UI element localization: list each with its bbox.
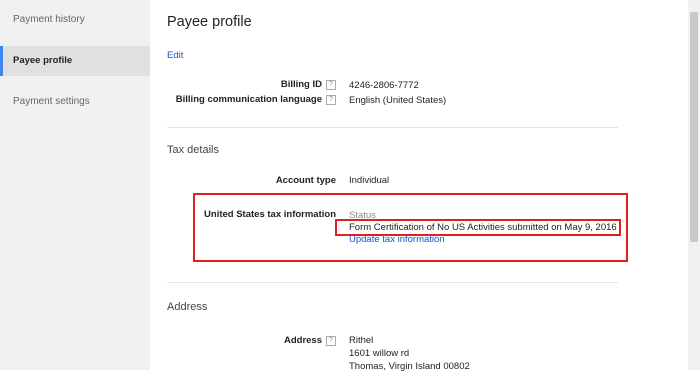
edit-link[interactable]: Edit	[167, 50, 183, 61]
billing-id-label-text: Billing ID	[280, 79, 322, 90]
sidebar-item-label: Payment settings	[13, 96, 90, 107]
language-label: Billing communication language ?	[176, 94, 336, 105]
address-heading: Address	[167, 301, 208, 313]
language-label-text: Billing communication language	[175, 94, 322, 105]
sidebar-item-payment-settings[interactable]: Payment settings	[0, 87, 150, 117]
address-line: 1601 willow rd	[349, 348, 410, 359]
sidebar-item-payment-history[interactable]: Payment history	[0, 5, 150, 35]
billing-id-label: Billing ID ?	[281, 79, 336, 90]
billing-id-value: 4246-2806-7772	[349, 80, 419, 91]
account-type-label: Account type	[276, 175, 336, 186]
divider	[167, 127, 618, 128]
account-type-label-text: Account type	[275, 175, 336, 186]
page-title: Payee profile	[167, 14, 252, 30]
scrollbar[interactable]	[688, 0, 700, 370]
tax-details-heading: Tax details	[167, 144, 219, 156]
help-icon[interactable]: ?	[326, 335, 336, 346]
help-icon[interactable]: ?	[326, 79, 336, 90]
address-line: Rithel	[349, 335, 374, 346]
sidebar-item-label: Payment history	[13, 14, 85, 25]
address-label: Address ?	[284, 335, 336, 346]
language-value: English (United States)	[349, 95, 447, 106]
sidebar-item-payee-profile[interactable]: Payee profile	[0, 46, 150, 76]
help-icon[interactable]: ?	[326, 94, 336, 105]
highlight-box	[335, 219, 621, 236]
scrollbar-thumb[interactable]	[690, 12, 698, 242]
main-content: Payee profile Edit Billing ID ? 4246-280…	[150, 0, 688, 372]
address-label-text: Address	[283, 335, 322, 346]
account-type-value: Individual	[349, 175, 390, 186]
divider	[167, 282, 618, 283]
sidebar: Payment history Payee profile Payment se…	[0, 0, 150, 370]
address-line: Thomas, Virgin Island 00802	[349, 361, 470, 372]
sidebar-item-label: Payee profile	[13, 55, 73, 66]
